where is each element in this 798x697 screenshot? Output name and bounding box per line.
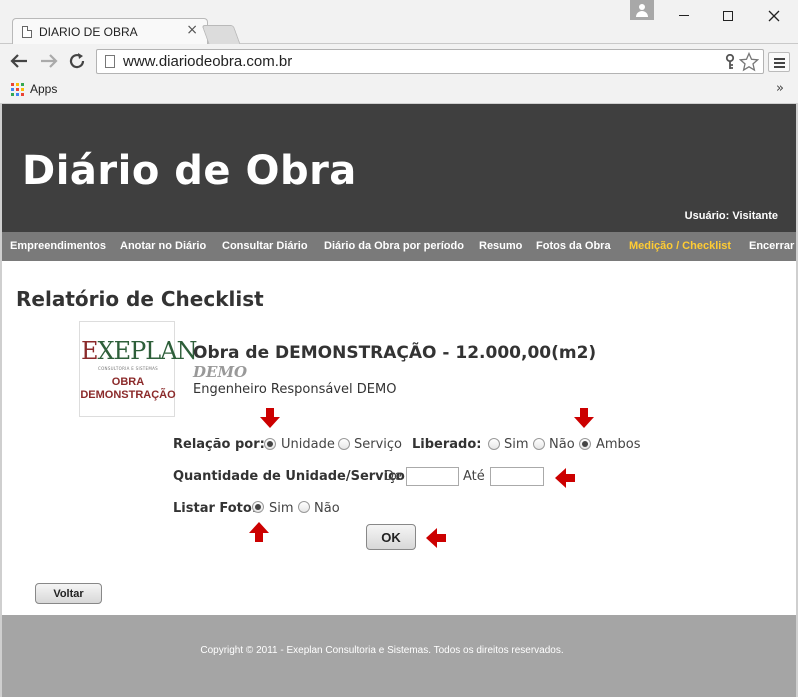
apps-grid-icon[interactable] <box>11 83 24 96</box>
arrow-left-icon <box>426 528 446 548</box>
back-arrow-icon[interactable] <box>10 53 28 69</box>
user-label: Usuário: Visitante <box>684 210 778 222</box>
close-tab-icon[interactable]: × <box>186 22 198 38</box>
site-header: Diário de Obra Usuário: Visitante <box>2 104 796 232</box>
quantidade-ate-input[interactable] <box>490 467 544 486</box>
listar-foto-sim-label: Sim <box>269 501 294 516</box>
listar-foto-nao-label: Não <box>314 501 340 516</box>
menu-item-fotos-da-obra[interactable]: Fotos da Obra <box>536 240 611 252</box>
close-window-button[interactable] <box>752 0 796 30</box>
relacao-servico-label: Serviço <box>354 437 403 452</box>
site-footer: Copyright © 2011 - Exeplan Consultoria e… <box>2 615 796 697</box>
browser-toolbar: www.diariodeobra.com.br <box>0 44 798 78</box>
obra-subtitle: DEMO <box>193 363 248 381</box>
minimize-button[interactable] <box>662 0 706 30</box>
new-tab-button[interactable] <box>201 25 241 44</box>
quantidade-ate-label: Até <box>463 469 485 484</box>
key-icon[interactable] <box>725 54 735 70</box>
url-text[interactable]: www.diariodeobra.com.br <box>123 53 292 70</box>
ok-button[interactable]: OK <box>366 524 416 550</box>
quantidade-de-label: De <box>384 469 403 484</box>
profile-icon[interactable] <box>630 0 654 20</box>
page-title: Relatório de Checklist <box>16 287 264 311</box>
menu-item-anotar-no-diario[interactable]: Anotar no Diário <box>120 240 206 252</box>
liberado-sim-label: Sim <box>504 437 529 452</box>
document-icon <box>22 26 32 38</box>
star-icon[interactable] <box>739 52 759 72</box>
quantidade-label: Quantidade de Unidade/Serviço: <box>173 469 410 484</box>
liberado-ambos-label: Ambos <box>596 437 641 452</box>
reload-icon[interactable] <box>68 52 86 70</box>
liberado-nao-label: Não <box>549 437 575 452</box>
listar-foto-nao-radio[interactable] <box>298 501 310 513</box>
copyright-text: Copyright © 2011 - Exeplan Consultoria e… <box>200 645 564 656</box>
liberado-sim-radio[interactable] <box>488 438 500 450</box>
arrow-left-icon <box>555 468 575 488</box>
logo-tagline: CONSULTORIA E SISTEMAS <box>98 366 158 371</box>
apps-bookmark[interactable]: Apps <box>30 82 57 96</box>
voltar-button[interactable]: Voltar <box>35 583 102 604</box>
obra-title: Obra de DEMONSTRAÇÃO - 12.000,00(m2) <box>193 343 597 363</box>
menu-item-resumo[interactable]: Resumo <box>479 240 522 252</box>
quantidade-de-input[interactable] <box>406 467 459 486</box>
bookmarks-more-icon[interactable]: » <box>776 81 784 96</box>
address-bar[interactable]: www.diariodeobra.com.br <box>96 49 764 74</box>
listar-foto-label: Listar Foto: <box>173 501 258 516</box>
menu-item-diario-por-periodo[interactable]: Diário da Obra por período <box>324 240 464 252</box>
arrow-down-icon <box>574 408 594 428</box>
close-icon <box>768 10 780 21</box>
relacao-unidade-label: Unidade <box>281 437 335 452</box>
browser-tab[interactable]: DIARIO DE OBRA × <box>12 18 208 45</box>
menu-item-encerrar[interactable]: Encerrar <box>749 240 794 252</box>
menu-item-consultar-diario[interactable]: Consultar Diário <box>222 240 308 252</box>
maximize-button[interactable] <box>706 0 750 30</box>
bookmarks-bar: Apps » <box>0 78 798 104</box>
logo-brand: EXEPLAN <box>81 337 198 365</box>
site-title: Diário de Obra <box>22 148 357 194</box>
liberado-nao-radio[interactable] <box>533 438 545 450</box>
forward-arrow-icon[interactable] <box>40 53 58 69</box>
arrow-down-icon <box>260 408 280 428</box>
maximize-icon <box>723 10 733 21</box>
menu-icon[interactable] <box>768 52 790 72</box>
relacao-label: Relação por: <box>173 437 265 452</box>
tab-title: DIARIO DE OBRA <box>39 25 138 39</box>
menu-item-empreendimentos[interactable]: Empreendimentos <box>10 240 106 252</box>
relacao-servico-radio[interactable] <box>338 438 350 450</box>
main-menu: Empreendimentos Anotar no Diário Consult… <box>2 232 796 261</box>
engineer-label: Engenheiro Responsável DEMO <box>193 382 397 397</box>
arrow-up-icon <box>249 522 269 542</box>
page-icon <box>105 55 115 68</box>
liberado-label: Liberado: <box>412 437 482 452</box>
browser-tab-strip: DIARIO DE OBRA × <box>0 0 798 45</box>
menu-item-medicao-checklist[interactable]: Medição / Checklist <box>629 240 731 252</box>
relacao-unidade-radio[interactable] <box>264 438 276 450</box>
liberado-ambos-radio[interactable] <box>579 438 591 450</box>
listar-foto-sim-radio[interactable] <box>252 501 264 513</box>
logo-caption: OBRA DEMONSTRAÇÃO <box>80 376 176 401</box>
obra-logo: EXEPLAN CONSULTORIA E SISTEMAS OBRA DEMO… <box>79 321 198 417</box>
minimize-icon <box>679 15 689 16</box>
